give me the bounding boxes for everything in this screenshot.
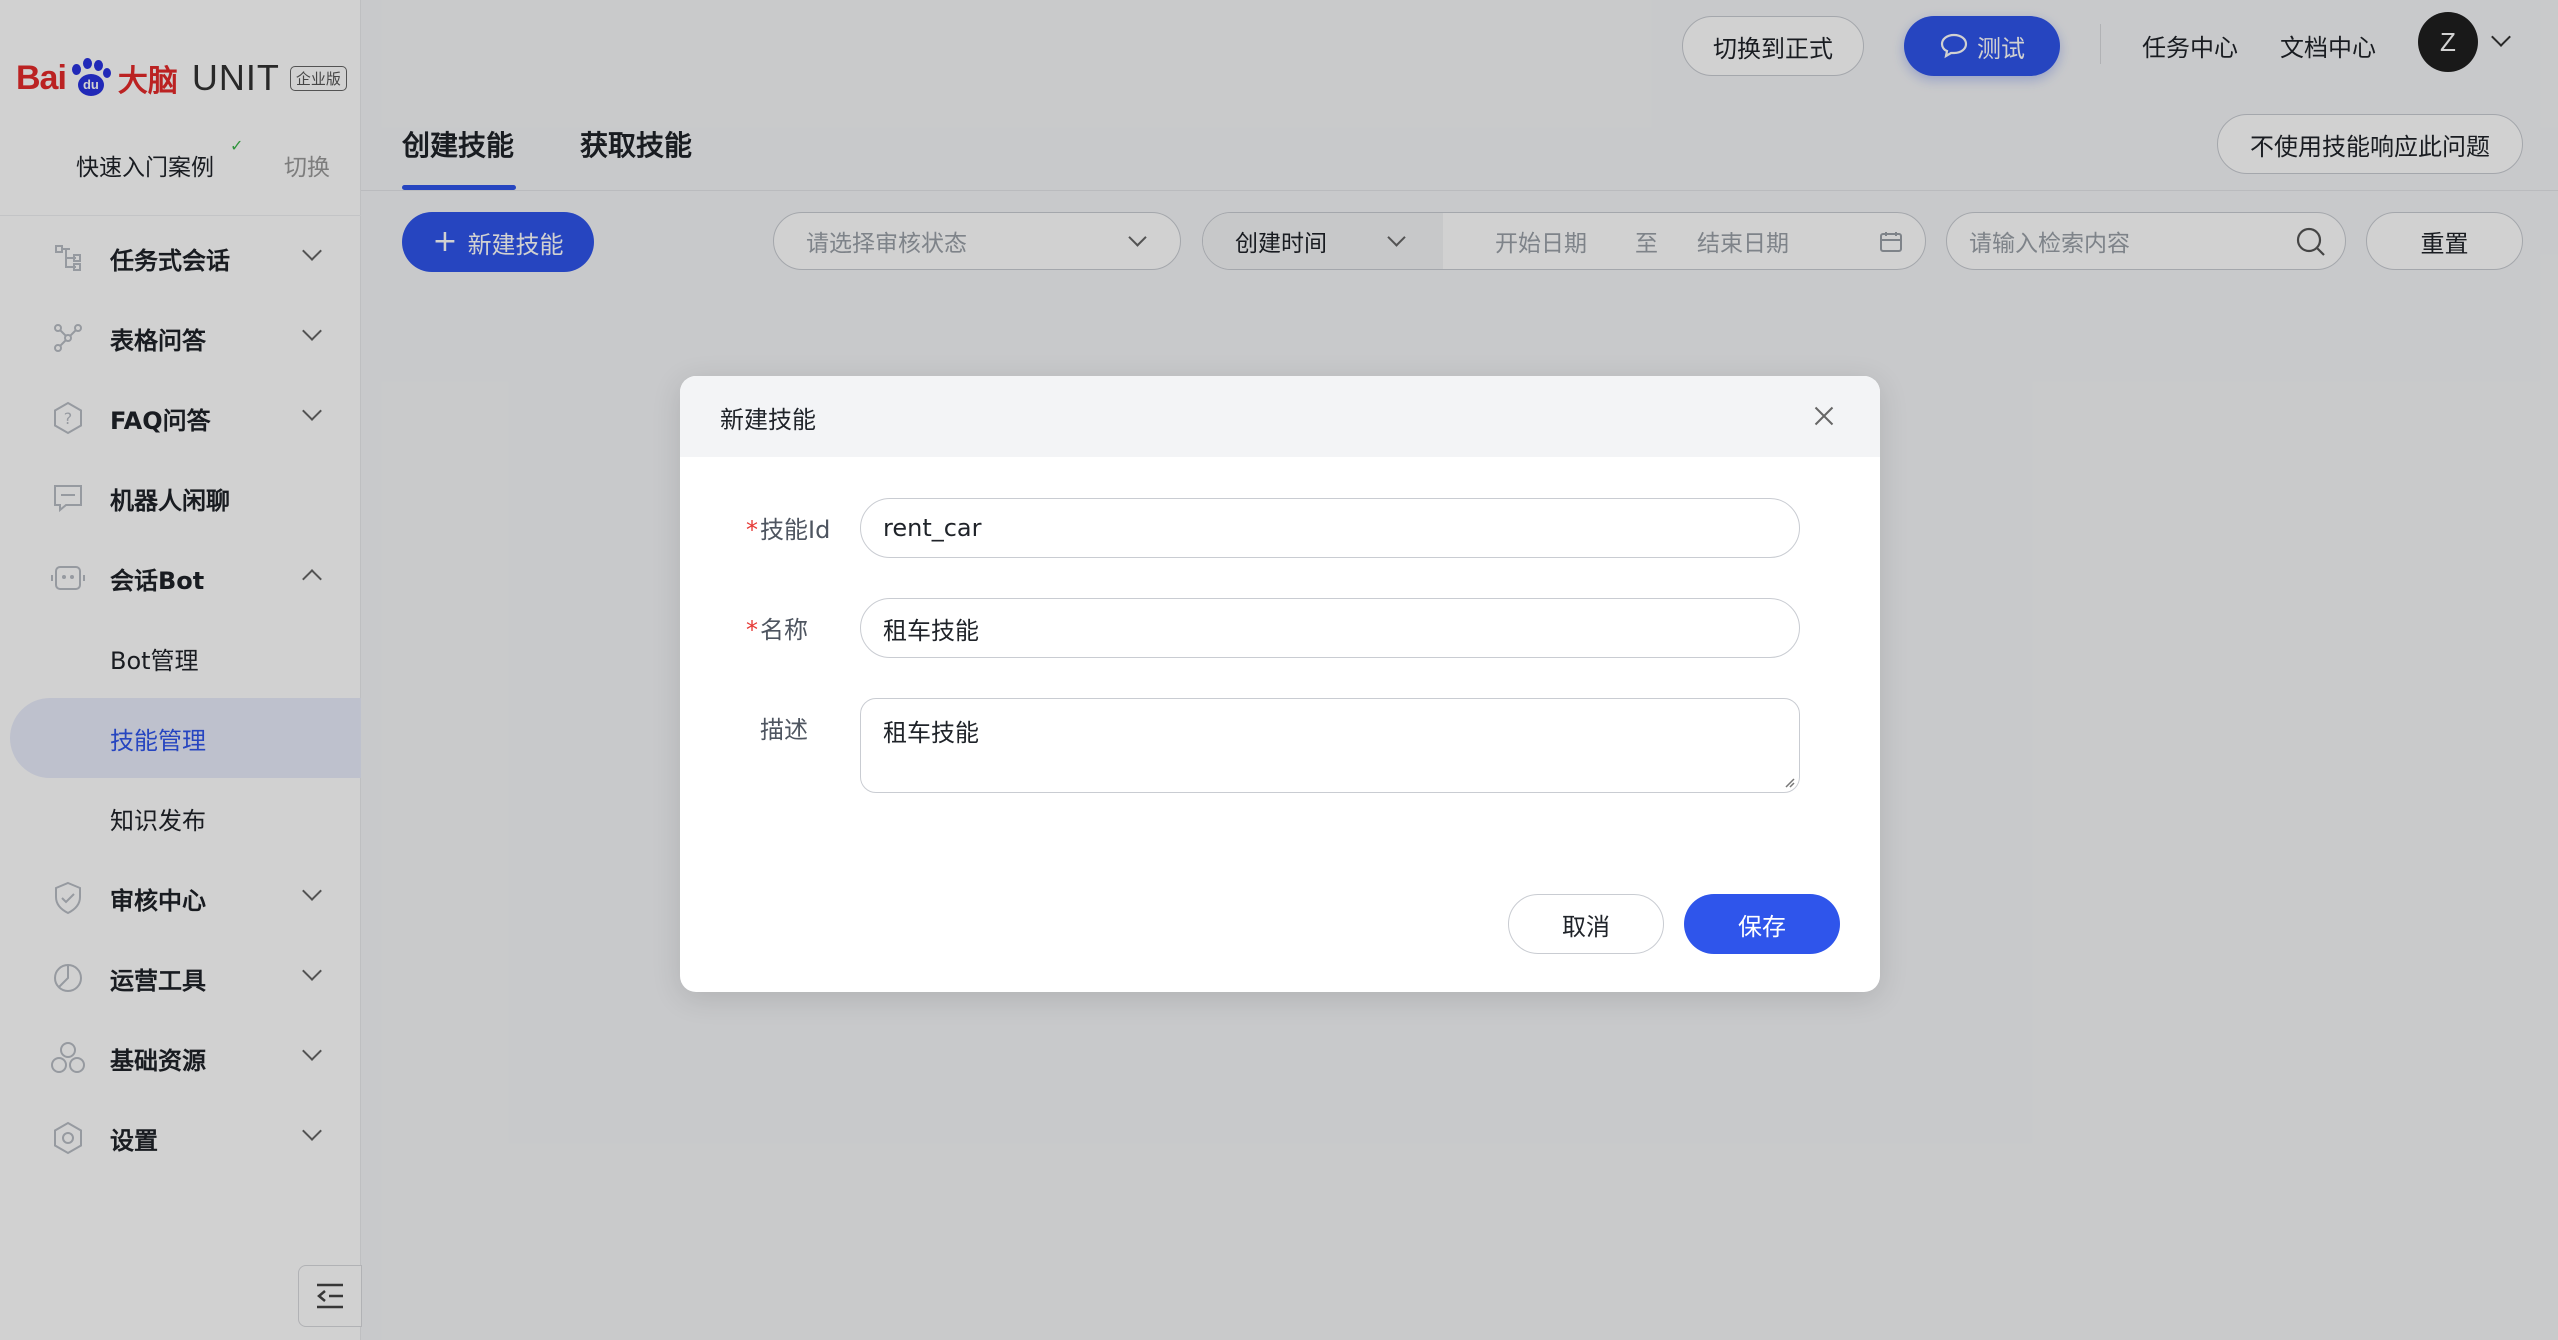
description-field[interactable]: 租车技能 xyxy=(860,698,1800,793)
name-label: *名称 xyxy=(746,610,808,645)
resize-handle-icon[interactable] xyxy=(1783,776,1795,788)
description-value: 租车技能 xyxy=(883,719,979,747)
name-label-text: 名称 xyxy=(760,616,808,644)
skill-id-label-text: 技能Id xyxy=(760,516,831,544)
description-label: 描述 xyxy=(760,716,808,744)
name-field[interactable]: 租车技能 xyxy=(860,598,1800,658)
skill-id-field[interactable]: rent_car xyxy=(860,498,1800,558)
new-skill-dialog: 新建技能 *技能Id rent_car *名称 租车技能 描述 租车技能 取消 … xyxy=(680,376,1880,992)
skill-id-label: *技能Id xyxy=(746,510,830,545)
required-mark: * xyxy=(746,516,758,544)
cancel-button[interactable]: 取消 xyxy=(1508,894,1664,954)
close-icon[interactable] xyxy=(1808,400,1840,432)
save-button[interactable]: 保存 xyxy=(1684,894,1840,954)
required-mark: * xyxy=(746,616,758,644)
dialog-title: 新建技能 xyxy=(720,406,816,434)
dialog-header: 新建技能 xyxy=(680,376,1880,457)
